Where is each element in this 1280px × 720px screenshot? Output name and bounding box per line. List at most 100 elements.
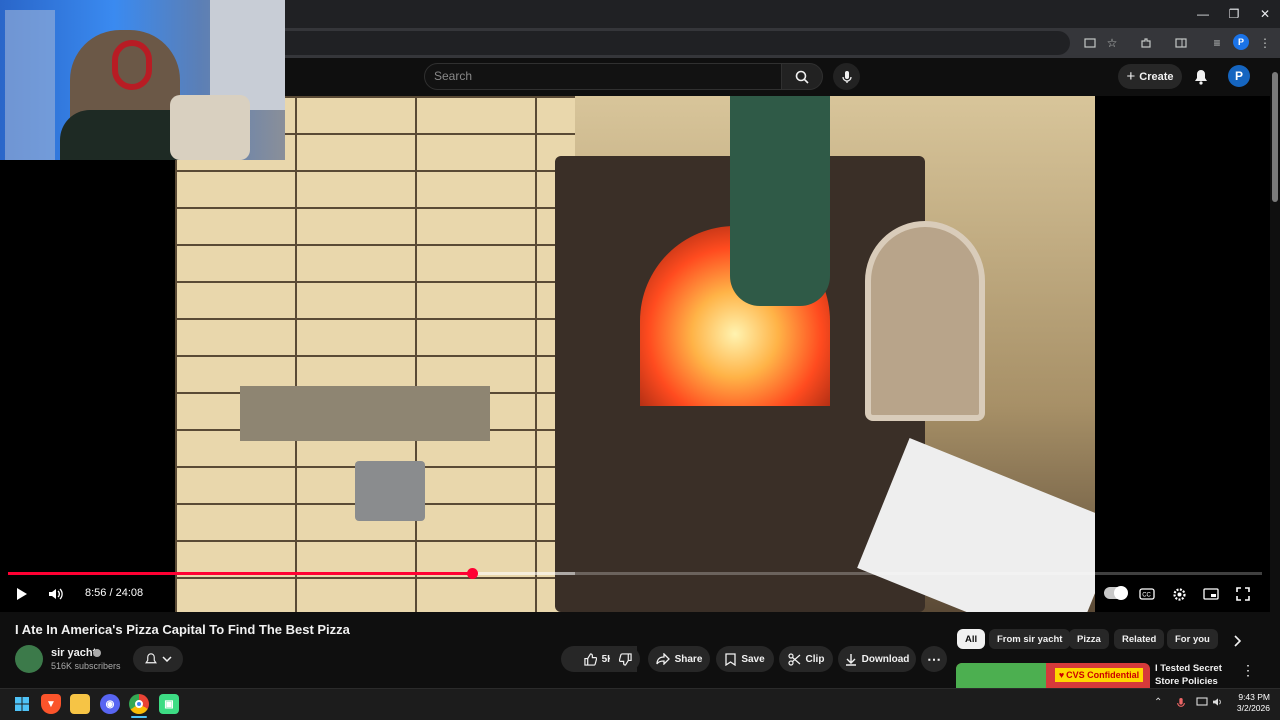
close-button[interactable]: ✕ xyxy=(1249,0,1280,28)
system-clock[interactable]: 9:43 PM 3/2/2026 xyxy=(1232,692,1270,714)
save-label: Save xyxy=(741,653,765,665)
scrollbar-thumb[interactable] xyxy=(1272,72,1278,202)
recommendation-menu-icon[interactable]: ⋮ xyxy=(1241,662,1255,678)
search-icon xyxy=(795,70,809,84)
share-icon xyxy=(655,653,670,665)
discord-icon[interactable]: ◉ xyxy=(100,694,120,714)
progress-scrubber[interactable] xyxy=(467,568,478,579)
chrome-active-indicator xyxy=(131,716,147,718)
voice-search-button[interactable] xyxy=(833,63,860,90)
fullscreen-button[interactable] xyxy=(1232,584,1254,604)
download-icon xyxy=(845,653,856,666)
minimize-button[interactable]: — xyxy=(1187,0,1219,28)
video-scene-outlet xyxy=(355,461,425,521)
video-scene-towel xyxy=(730,96,830,306)
plus-icon: + xyxy=(1126,68,1136,85)
file-explorer-icon[interactable] xyxy=(70,694,90,714)
captions-button[interactable]: CC xyxy=(1136,584,1158,604)
scissors-icon xyxy=(787,652,800,666)
extensions-icon[interactable] xyxy=(1136,33,1156,53)
search-placeholder: Search xyxy=(434,69,473,83)
tray-overflow-icon[interactable]: ⌃ xyxy=(1154,697,1162,708)
play-icon xyxy=(17,588,27,600)
play-button[interactable] xyxy=(10,584,32,604)
fullscreen-icon xyxy=(1236,587,1250,601)
windows-start-icon[interactable] xyxy=(12,694,32,714)
bell-icon xyxy=(1195,70,1207,85)
chip-from-channel[interactable]: From sir yacht xyxy=(989,629,1071,649)
save-button[interactable]: Save xyxy=(716,646,774,672)
chrome-icon[interactable] xyxy=(129,694,149,714)
notifications-button[interactable] xyxy=(1190,66,1212,88)
autoplay-knob xyxy=(1114,586,1128,600)
chip-related[interactable]: Related xyxy=(1114,629,1165,649)
bookmark-icon xyxy=(725,652,736,666)
address-bar[interactable] xyxy=(270,31,1070,55)
channel-name[interactable]: sir yacht xyxy=(51,647,96,659)
bell-icon xyxy=(144,652,157,663)
webcam-background-door xyxy=(5,10,55,160)
create-label: Create xyxy=(1139,70,1174,83)
browser-profile-avatar[interactable]: P xyxy=(1233,34,1249,50)
miniplayer-button[interactable] xyxy=(1200,584,1222,604)
media-icon[interactable]: ≡ xyxy=(1207,33,1227,53)
progress-played xyxy=(8,572,472,575)
download-button[interactable]: Download xyxy=(838,646,916,672)
cast-icon[interactable] xyxy=(1080,33,1100,53)
recommendation-badge-text: CVS Confidential xyxy=(1066,670,1140,680)
chip-for-you[interactable]: For you xyxy=(1167,629,1218,649)
video-title: I Ate In America's Pizza Capital To Find… xyxy=(15,622,350,637)
chips-next-button[interactable] xyxy=(1230,633,1246,649)
download-label: Download xyxy=(861,653,910,665)
recommendation-title[interactable]: I Tested Secret Store Policies xyxy=(1155,662,1245,688)
thumbs-up-icon xyxy=(583,652,597,666)
recommendation-badge: ♥ CVS Confidential xyxy=(1055,668,1143,682)
browser-menu-icon[interactable]: ⋮ xyxy=(1255,33,1275,53)
subscriber-count: 516K subscribers xyxy=(51,661,121,671)
chip-pizza[interactable]: Pizza xyxy=(1069,629,1109,649)
clock-date: 3/2/2026 xyxy=(1236,703,1270,713)
volume-tray-icon[interactable] xyxy=(1212,697,1224,710)
volume-icon xyxy=(49,588,63,600)
volume-button[interactable] xyxy=(45,584,67,604)
maximize-button[interactable]: ❐ xyxy=(1218,0,1250,28)
search-button[interactable] xyxy=(781,63,823,90)
video-scene-plate xyxy=(240,386,490,441)
microphone-tray-icon[interactable] xyxy=(1176,697,1186,712)
chip-all[interactable]: All xyxy=(957,629,986,649)
sidepanel-icon[interactable] xyxy=(1171,33,1191,53)
gear-icon xyxy=(1172,587,1186,601)
webcam-background-frame xyxy=(210,0,285,110)
channel-avatar[interactable] xyxy=(15,645,43,673)
more-actions-button[interactable]: ⋯ xyxy=(921,646,947,672)
star-icon[interactable]: ☆ xyxy=(1102,33,1122,53)
dislike-button[interactable] xyxy=(610,646,640,672)
video-scene-bricks xyxy=(175,96,575,612)
video-frame[interactable] xyxy=(175,96,1095,612)
thumbs-down-icon xyxy=(618,652,632,666)
create-button[interactable]: + Create xyxy=(1118,64,1182,89)
miniplayer-icon xyxy=(1203,588,1219,600)
search-input[interactable] xyxy=(424,63,782,90)
brave-browser-icon[interactable]: ▼ xyxy=(41,694,61,714)
app-icon[interactable]: ▣ xyxy=(159,694,179,714)
heart-icon: ♥ xyxy=(1058,670,1065,680)
clip-button[interactable]: Clip xyxy=(779,646,833,672)
settings-button[interactable] xyxy=(1168,584,1190,604)
chevron-down-icon xyxy=(161,656,172,662)
verified-icon xyxy=(93,649,101,657)
webcam-pillow xyxy=(170,95,250,160)
network-icon[interactable] xyxy=(1196,697,1208,710)
clip-label: Clip xyxy=(805,653,825,665)
thumbnail-scene xyxy=(956,663,1046,688)
subscribe-bell-button[interactable] xyxy=(133,646,183,672)
webcam-overlay xyxy=(0,0,285,160)
video-scene-oven-door xyxy=(865,221,985,421)
microphone-icon xyxy=(841,70,852,83)
more-horizontal-icon: ⋯ xyxy=(927,650,941,667)
account-avatar[interactable]: P xyxy=(1228,65,1250,87)
webcam-headset xyxy=(112,40,152,90)
windows-taskbar xyxy=(0,688,1280,720)
chevron-right-icon xyxy=(1234,635,1242,647)
share-button[interactable]: Share xyxy=(648,646,710,672)
